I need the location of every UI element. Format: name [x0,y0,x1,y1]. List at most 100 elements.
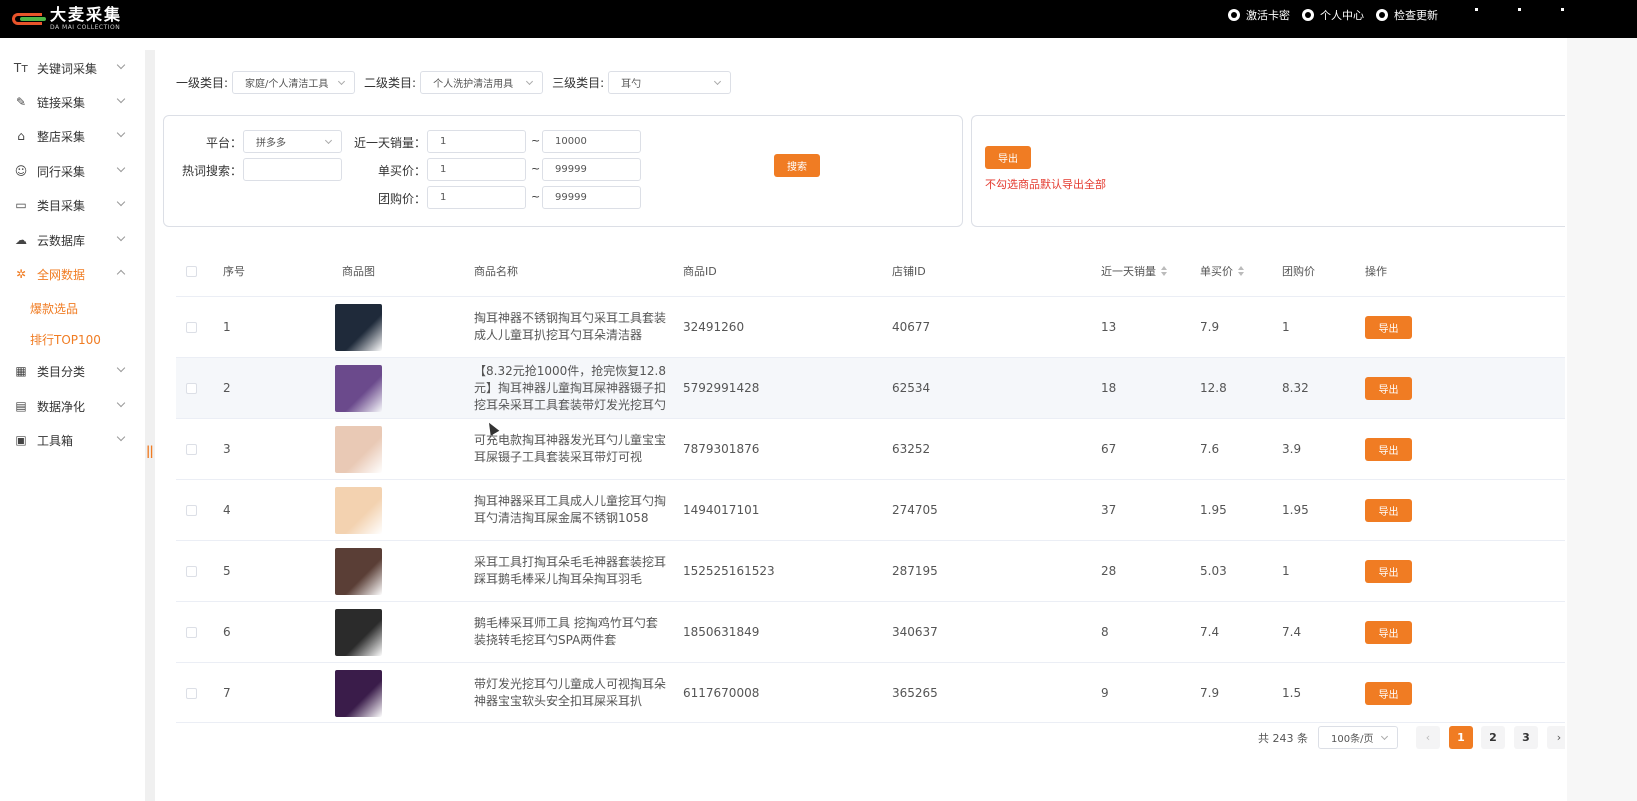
key-icon [1228,9,1240,21]
row-checkbox-cell [186,358,197,418]
row-action-cell: 导出 [1365,663,1412,723]
level3-category-select[interactable]: 耳勺 [608,71,732,94]
product-thumbnail[interactable] [335,303,382,351]
row-checkbox[interactable] [186,504,197,516]
level2-category-select[interactable]: 个人洗护清洁用具 [420,71,544,94]
sidebar-item-toolbox[interactable]: ▣ 工具箱 [0,423,140,457]
product-thumbnail[interactable] [335,425,382,473]
sales-min-input[interactable]: 1 [427,130,526,153]
row-product-name: 鹅毛棒采耳师工具 挖掏鸡竹耳勺套装挠转毛挖耳勺SPA两件套 [474,616,658,647]
select-all-checkbox[interactable] [186,265,197,277]
product-thumbnail[interactable] [335,669,382,717]
column-header-unit-price[interactable]: 单买价 [1200,246,1244,296]
sidebar-item-category-classify[interactable]: ▦ 类目分类 [0,354,140,388]
row-group-price: 7.4 [1282,625,1302,639]
sidebar-item-cloud-db[interactable]: ☁ 云数据库 [0,223,140,257]
sidebar-item-link-collect[interactable]: ✎ 链接采集 [0,85,140,119]
pagination-total: 共 243 条 [1258,731,1308,745]
unit-price-max-input[interactable]: 99999 [542,158,641,181]
page-button-3[interactable]: 3 [1514,726,1538,749]
row-checkbox[interactable] [186,565,197,577]
prev-page-button[interactable]: ‹ [1416,726,1440,749]
sidebar-item-store-collect[interactable]: ⌂ 整店采集 [0,119,140,153]
row-export-button[interactable]: 导出 [1365,376,1412,400]
grid-icon: ▦ [15,364,27,378]
maximize-button[interactable] [1518,8,1521,11]
row-product-name: 采耳工具打掏耳朵毛毛神器套装挖耳踩耳鹅毛棒采儿掏耳朵掏耳羽毛 [474,555,667,586]
sidebar-subitem-top100[interactable]: 排行TOP100 [30,331,101,348]
row-export-button[interactable]: 导出 [1365,498,1412,522]
chevron-down-icon [526,77,534,86]
store-icon: ⌂ [17,129,25,143]
table-row[interactable]: 【8.32元抢1000件，抢完恢复12.8元】掏耳神器儿童掏耳屎神器镊子扣挖耳朵… [176,357,1576,418]
range-separator: ~ [531,190,541,203]
sort-icon[interactable] [1161,266,1167,276]
row-checkbox-cell [186,602,197,662]
level1-category-select[interactable]: 家庭/个人清洁工具 [232,71,356,94]
sidebar-subitem-hot-products[interactable]: 爆款选品 [30,300,78,317]
minimize-button[interactable] [1475,8,1478,11]
check-update-button[interactable]: 检查更新 [1376,7,1438,23]
group-price-max-input[interactable]: 99999 [542,186,641,209]
row-export-button[interactable]: 导出 [1365,681,1412,705]
row-checkbox[interactable] [186,687,197,699]
cloud-icon: ☁ [15,233,27,247]
export-all-button[interactable]: 导出 [985,146,1031,169]
page-button-1[interactable]: 1 [1449,726,1473,749]
brand-logo: 大麦采集 DA MAI COLLECTION [12,6,122,32]
table-row[interactable]: 采耳工具打掏耳朵毛毛神器套装挖耳踩耳鹅毛棒采儿掏耳朵掏耳羽毛 5 152525161… [176,540,1576,601]
document-icon: ▤ [15,399,27,413]
table-row[interactable]: 带灯发光挖耳勺儿童成人可视掏耳朵神器宝宝软头安全扣耳屎采耳扒 7 611767000… [176,662,1576,723]
sidebar-item-category-collect[interactable]: ▭ 类目采集 [0,188,140,222]
group-price-min-input[interactable]: 1 [427,186,526,209]
column-header-action: 操作 [1365,265,1387,278]
row-product-name: 可充电款掏耳神器发光耳勺儿童宝宝耳屎镊子工具套装采耳带灯可视 [474,433,667,464]
row-checkbox[interactable] [186,382,197,394]
row-product-name: 掏耳神器采耳工具成人儿童挖耳勺掏耳勺清洁掏耳屎金属不锈钢1058 [474,494,667,525]
sales-max-input[interactable]: 10000 [542,130,641,153]
table-row[interactable]: 可充电款掏耳神器发光耳勺儿童宝宝耳屎镊子工具套装采耳带灯可视 3 787930187… [176,418,1576,479]
sidebar-item-peer-collect[interactable]: ☺ 同行采集 [0,154,140,188]
row-checkbox[interactable] [186,626,197,638]
sort-icon[interactable] [1238,266,1244,276]
sidebar-item-network-data[interactable]: ✲ 全网数据 [0,257,140,291]
resize-handle-icon[interactable]: || [146,444,154,458]
row-action-cell: 导出 [1365,358,1412,418]
product-thumbnail[interactable] [335,547,382,595]
hotword-input[interactable] [243,158,342,181]
row-export-button[interactable]: 导出 [1365,620,1412,644]
column-header-sales[interactable]: 近一天销量 [1101,246,1167,296]
unit-price-min-input[interactable]: 1 [427,158,526,181]
toolbox-icon: ▣ [15,433,27,447]
row-checkbox[interactable] [186,443,197,455]
sidebar-item-keyword-collect[interactable]: Tт 关键词采集 [0,51,140,85]
table-row[interactable]: 掏耳神器不锈钢掏耳勺采耳工具套装成人儿童耳扒挖耳勺耳朵清洁器 1 32491260 4… [176,296,1576,357]
page-size-select[interactable]: 100条/页 [1318,726,1398,749]
activate-key-button[interactable]: 激活卡密 [1228,7,1290,23]
page-button-2[interactable]: 2 [1481,726,1505,749]
row-export-button[interactable]: 导出 [1365,559,1412,583]
table-row[interactable]: 掏耳神器采耳工具成人儿童挖耳勺掏耳勺清洁掏耳屎金属不锈钢1058 4 1494017… [176,479,1576,540]
brand-subtitle: DA MAI COLLECTION [50,24,121,31]
row-export-button[interactable]: 导出 [1365,315,1412,339]
chevron-down-icon [1380,732,1389,741]
top-actions: 激活卡密 个人中心 检查更新 [1228,0,1450,30]
search-button[interactable]: 搜索 [774,154,820,177]
profile-button[interactable]: 个人中心 [1302,7,1364,23]
product-thumbnail[interactable] [335,486,382,534]
sidebar-item-data-clean[interactable]: ▤ 数据净化 [0,389,140,423]
product-thumbnail[interactable] [335,364,382,412]
table-row[interactable]: 鹅毛棒采耳师工具 挖掏鸡竹耳勺套装挠转毛挖耳勺SPA两件套 6 1850631849… [176,601,1576,662]
sidebar-scrollbar[interactable] [145,50,155,801]
row-product-name: 带灯发光挖耳勺儿童成人可视掏耳朵神器宝宝软头安全扣耳屎采耳扒 [474,677,667,708]
platform-select[interactable]: 拼多多 [243,130,342,153]
page-scrollbar[interactable] [1565,38,1637,801]
product-thumbnail[interactable] [335,608,382,656]
close-button[interactable] [1561,8,1564,11]
row-checkbox[interactable] [186,321,197,333]
row-sales: 9 [1101,686,1109,700]
row-shop-id: 274705 [892,503,938,517]
row-unit-price: 7.9 [1200,686,1220,700]
column-header-image: 商品图 [342,265,375,278]
row-export-button[interactable]: 导出 [1365,437,1412,461]
